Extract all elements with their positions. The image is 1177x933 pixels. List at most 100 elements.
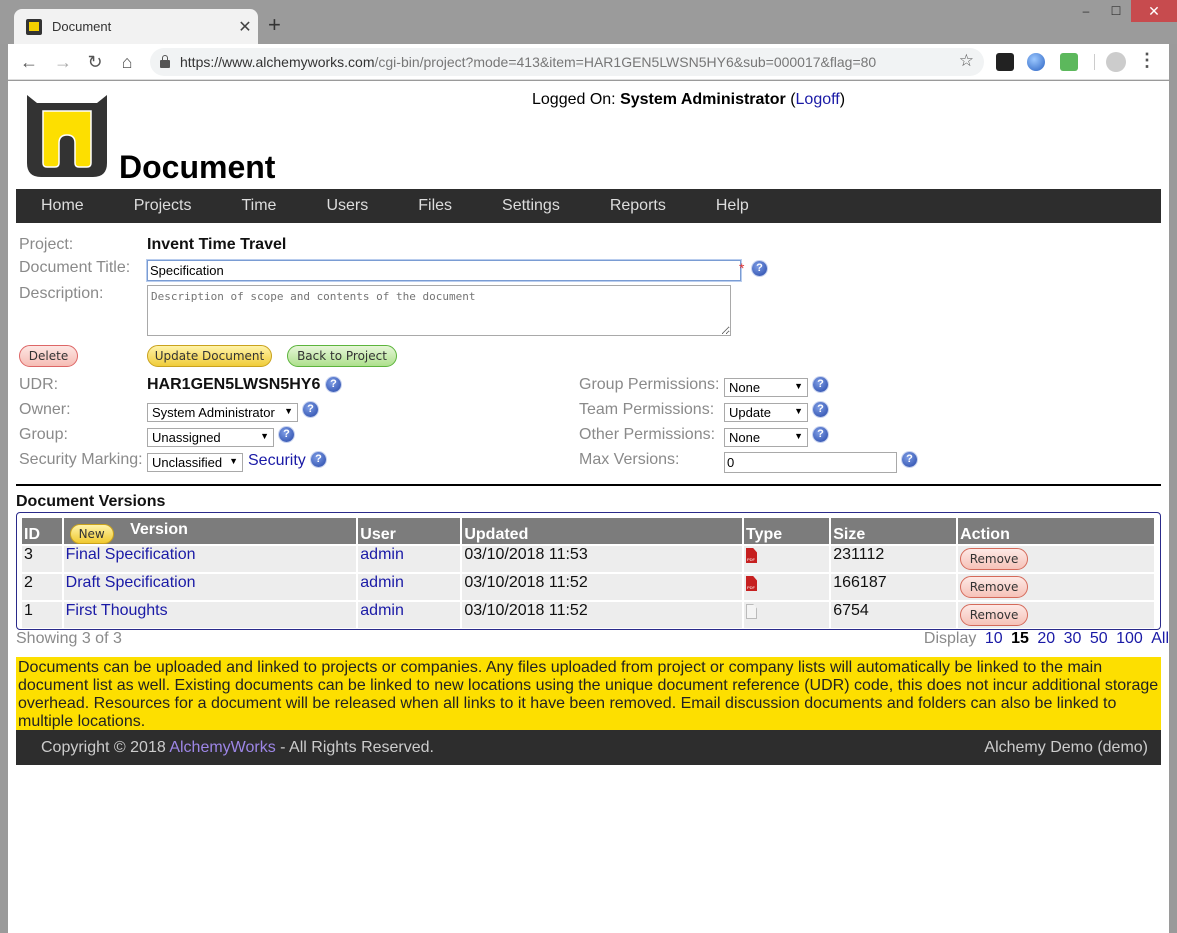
delete-button[interactable]: Delete xyxy=(19,345,78,367)
versions-table-container: ID New Version User Updated Type Size Ac… xyxy=(16,512,1161,630)
new-version-button[interactable]: New xyxy=(69,524,114,544)
nav-settings[interactable]: Settings xyxy=(477,189,585,223)
alchemyworks-link[interactable]: AlchemyWorks xyxy=(169,739,275,756)
page: Document Logged On: System Administrator… xyxy=(8,81,1169,933)
chevron-down-icon: ▼ xyxy=(794,431,803,441)
udr-label: UDR: xyxy=(19,376,59,393)
group-selected: Unassigned xyxy=(152,430,221,445)
help-icon[interactable]: ? xyxy=(813,377,828,392)
extension-shield-icon[interactable] xyxy=(1060,53,1078,71)
col-size[interactable]: Size xyxy=(831,518,957,544)
help-icon[interactable]: ? xyxy=(279,427,294,442)
version-link[interactable]: Draft Specification xyxy=(66,574,196,591)
section-divider xyxy=(16,484,1161,486)
update-document-button[interactable]: Update Document xyxy=(147,345,272,367)
user-link[interactable]: admin xyxy=(360,546,404,563)
copyright: Copyright © 2018 AlchemyWorks - All Righ… xyxy=(41,730,434,765)
cell-size: 166187 xyxy=(831,574,957,600)
minimize-button[interactable]: – xyxy=(1071,0,1101,22)
help-icon[interactable]: ? xyxy=(813,402,828,417)
remove-button[interactable]: Remove xyxy=(960,576,1029,598)
project-label: Project: xyxy=(19,236,74,253)
page-size-20[interactable]: 20 xyxy=(1037,630,1055,647)
group-select[interactable]: Unassigned ▼ xyxy=(147,428,274,447)
favicon-icon xyxy=(26,18,42,35)
col-id[interactable]: ID xyxy=(22,518,62,544)
other-permissions-selected: None xyxy=(729,430,761,445)
page-size-10[interactable]: 10 xyxy=(985,630,1003,647)
page-size-selector: Display 10 15 20 30 50 100 All xyxy=(924,630,1169,648)
page-size-all[interactable]: All xyxy=(1151,630,1169,647)
forward-button[interactable]: → xyxy=(50,49,76,75)
help-icon[interactable]: ? xyxy=(303,402,318,417)
browser-tabstrip: Document ✕ + – ☐ ✕ xyxy=(0,0,1177,44)
help-icon[interactable]: ? xyxy=(326,377,341,392)
extension-icon-1[interactable] xyxy=(996,53,1014,71)
reload-button[interactable]: ↻ xyxy=(82,49,108,75)
bookmark-star-icon[interactable]: ☆ xyxy=(959,51,974,71)
other-permissions-select[interactable]: None ▼ xyxy=(724,428,808,447)
required-mark: * xyxy=(739,260,745,276)
new-tab-button[interactable]: + xyxy=(268,12,281,38)
description-textarea[interactable] xyxy=(147,285,731,336)
browser-menu-icon[interactable]: ⋮ xyxy=(1138,50,1156,71)
address-bar[interactable]: https://www.alchemyworks.com/cgi-bin/pro… xyxy=(150,48,984,76)
security-marking-label: Security Marking: xyxy=(19,451,143,468)
home-button[interactable]: ⌂ xyxy=(114,49,140,75)
logoff-link[interactable]: Logoff xyxy=(796,91,840,108)
page-size-100[interactable]: 100 xyxy=(1116,630,1143,647)
user-link[interactable]: admin xyxy=(360,602,404,619)
group-permissions-label: Group Permissions: xyxy=(579,376,720,393)
nav-home[interactable]: Home xyxy=(16,189,109,223)
max-versions-input[interactable] xyxy=(724,452,897,473)
group-permissions-select[interactable]: None ▼ xyxy=(724,378,808,397)
help-icon[interactable]: ? xyxy=(813,427,828,442)
col-type[interactable]: Type xyxy=(744,518,830,544)
owner-select[interactable]: System Administrator ▼ xyxy=(147,403,298,422)
version-link[interactable]: Final Specification xyxy=(66,546,196,563)
team-permissions-select[interactable]: Update ▼ xyxy=(724,403,808,422)
tab-title: Document xyxy=(52,19,112,34)
help-icon[interactable]: ? xyxy=(902,452,917,467)
remove-button[interactable]: Remove xyxy=(960,604,1029,626)
maximize-button[interactable]: ☐ xyxy=(1101,0,1131,22)
page-size-30[interactable]: 30 xyxy=(1064,630,1082,647)
security-marking-select[interactable]: Unclassified ▼ xyxy=(147,453,243,472)
owner-label: Owner: xyxy=(19,401,71,418)
display-label: Display xyxy=(923,630,977,647)
back-to-project-button[interactable]: Back to Project xyxy=(287,345,397,367)
col-user[interactable]: User xyxy=(358,518,461,544)
nav-reports[interactable]: Reports xyxy=(585,189,691,223)
document-title-input[interactable] xyxy=(147,260,741,281)
browser-tab[interactable]: Document ✕ xyxy=(14,9,258,44)
chevron-down-icon: ▼ xyxy=(794,406,803,416)
nav-files[interactable]: Files xyxy=(393,189,477,223)
tab-close-icon[interactable]: ✕ xyxy=(232,17,258,37)
txt-file-icon xyxy=(746,604,757,619)
max-versions-label: Max Versions: xyxy=(579,451,680,468)
page-size-50[interactable]: 50 xyxy=(1090,630,1108,647)
version-link[interactable]: First Thoughts xyxy=(66,602,168,619)
user-link[interactable]: admin xyxy=(360,574,404,591)
main-nav: Home Projects Time Users Files Settings … xyxy=(16,189,1161,223)
extension-globe-icon[interactable] xyxy=(1027,53,1045,71)
col-version[interactable]: New Version xyxy=(63,518,357,544)
team-permissions-label: Team Permissions: xyxy=(579,401,715,418)
security-link[interactable]: Security xyxy=(248,452,306,470)
help-icon[interactable]: ? xyxy=(752,261,767,276)
nav-time[interactable]: Time xyxy=(216,189,301,223)
col-updated[interactable]: Updated xyxy=(462,518,742,544)
profile-avatar-icon[interactable] xyxy=(1106,52,1126,72)
nav-projects[interactable]: Projects xyxy=(109,189,217,223)
toolbar-separator xyxy=(1094,54,1095,70)
back-button[interactable]: ← xyxy=(16,49,42,75)
window-close-button[interactable]: ✕ xyxy=(1131,0,1177,22)
project-value: Invent Time Travel xyxy=(147,236,287,253)
table-row: 1 First Thoughts admin 03/10/2018 11:52 … xyxy=(22,602,1154,628)
help-icon[interactable]: ? xyxy=(311,452,326,467)
remove-button[interactable]: Remove xyxy=(960,548,1029,570)
versions-title: Document Versions xyxy=(16,493,166,510)
col-version-label: Version xyxy=(130,521,188,539)
nav-users[interactable]: Users xyxy=(301,189,393,223)
nav-help[interactable]: Help xyxy=(691,189,774,223)
